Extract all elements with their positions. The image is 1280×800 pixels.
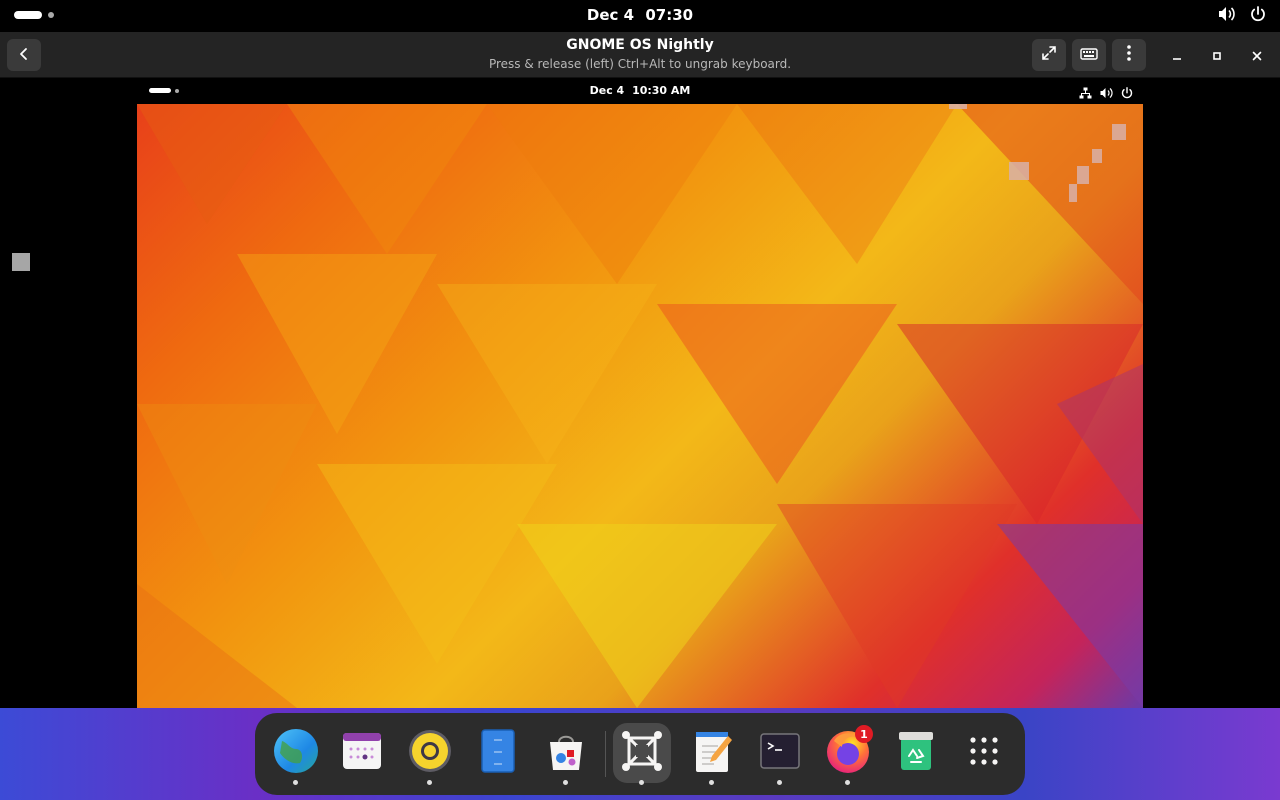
vm-clock-date: Dec 4 [589, 84, 625, 97]
vm-clock[interactable]: Dec 4 10:30 AM [137, 84, 1143, 97]
menu-icon [1127, 45, 1131, 65]
mouse-cursor [12, 253, 30, 271]
system-menu[interactable] [1218, 6, 1266, 22]
fullscreen-icon [1041, 45, 1057, 65]
minimize-button[interactable] [1164, 42, 1190, 68]
dock-item-trash[interactable] [887, 723, 945, 783]
dock-item-boxes[interactable] [613, 723, 671, 785]
calendar-icon [340, 729, 384, 777]
terminal-icon [758, 730, 802, 776]
main-menu-button[interactable] [1112, 39, 1146, 71]
close-button[interactable] [1244, 42, 1270, 68]
dash-dock: 1 [255, 713, 1025, 795]
dock-item-web-browser[interactable] [267, 723, 325, 785]
vm-system-menu[interactable] [1079, 84, 1133, 103]
dock-item-text-editor[interactable] [683, 723, 741, 785]
clock-date: Dec 4 [586, 6, 635, 24]
maximize-icon [1212, 46, 1222, 65]
dock-item-files[interactable] [469, 723, 527, 783]
running-indicator [427, 780, 432, 785]
dock-item-software[interactable] [537, 723, 595, 785]
render-artifact [1092, 149, 1102, 163]
render-artifact [1069, 184, 1077, 202]
trash-icon [895, 728, 937, 778]
render-artifact [1009, 162, 1029, 180]
send-keys-button[interactable] [1072, 39, 1106, 71]
running-indicator [845, 780, 850, 785]
close-icon [1252, 46, 1262, 65]
clock-time: 07:30 [645, 6, 694, 24]
software-store-icon [543, 728, 589, 778]
dock-item-terminal[interactable] [751, 723, 809, 785]
volume-icon [1218, 6, 1236, 22]
app-grid-icon [968, 735, 1000, 771]
vm-power-icon [1121, 84, 1133, 103]
render-artifact [949, 104, 967, 109]
dock-item-rhythmbox[interactable] [401, 723, 459, 785]
running-indicator [709, 780, 714, 785]
music-player-icon [407, 728, 453, 778]
files-icon [478, 728, 518, 778]
running-indicator [293, 780, 298, 785]
vm-display[interactable]: Dec 4 10:30 AM [0, 78, 1280, 708]
dock-item-calendar[interactable] [333, 723, 391, 783]
host-top-bar: Dec 4 07:30 [0, 0, 1280, 32]
running-indicator [777, 780, 782, 785]
maximize-button[interactable] [1204, 42, 1230, 68]
network-icon [1079, 84, 1092, 103]
show-apps-button[interactable] [955, 723, 1013, 783]
running-indicator [639, 780, 644, 785]
vm-desktop-wallpaper[interactable] [137, 104, 1143, 708]
text-editor-icon [690, 728, 734, 778]
vm-volume-icon [1100, 84, 1113, 103]
notification-badge: 1 [855, 725, 873, 743]
power-icon [1250, 6, 1266, 22]
fullscreen-button[interactable] [1032, 39, 1066, 71]
boxes-icon [619, 728, 665, 778]
vm-top-bar: Dec 4 10:30 AM [137, 78, 1143, 104]
dock-item-firefox[interactable]: 1 [819, 723, 877, 785]
keyboard-icon [1080, 46, 1098, 65]
vm-clock-time: 10:30 AM [632, 84, 691, 97]
minimize-icon [1172, 46, 1182, 65]
dock-separator [605, 731, 606, 777]
render-artifact [1077, 166, 1089, 184]
boxes-header-bar: GNOME OS Nightly Press & release (left) … [0, 32, 1280, 78]
running-indicator [563, 780, 568, 785]
wallpaper-triangles [137, 104, 1143, 708]
render-artifact [1112, 124, 1126, 140]
clock[interactable]: Dec 4 07:30 [0, 6, 1280, 24]
web-browser-icon [272, 727, 320, 779]
